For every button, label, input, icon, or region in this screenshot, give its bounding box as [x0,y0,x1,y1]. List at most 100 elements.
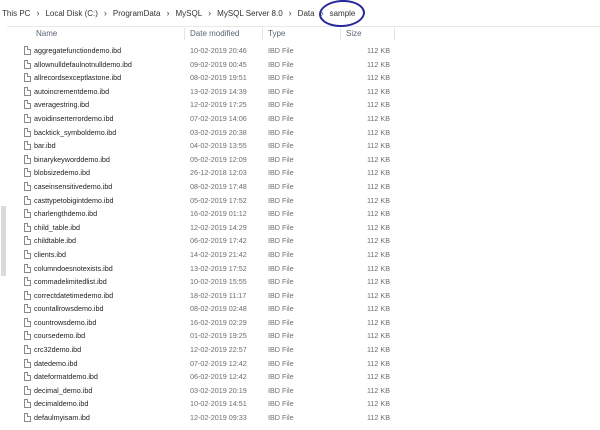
file-size: 112 KB [366,86,390,96]
file-type: IBD File [268,385,294,395]
file-type: IBD File [268,277,294,287]
file-row[interactable]: bar.ibd 04-02-2019 13:55 IBD File 112 KB [0,139,600,153]
column-header-date[interactable]: Date modified [190,29,239,38]
file-list: aggregatefunctiondemo.ibd 10-02-2019 20:4… [0,44,600,425]
file-row[interactable]: charlengthdemo.ibd 16-02-2019 01:12 IBD Fi… [0,207,600,221]
column-divider[interactable] [184,28,185,40]
column-divider[interactable] [262,28,263,40]
file-type: IBD File [268,73,294,83]
file-name: avoidinserterrordemo.ibd [34,113,114,123]
breadcrumb-item-current[interactable]: sample [317,0,366,28]
file-size: 112 KB [366,195,390,205]
column-divider[interactable] [394,28,395,40]
file-size: 112 KB [366,236,390,246]
file-date-modified: 03-02-2019 20:19 [190,385,247,395]
file-row[interactable]: columndoesnotexists.ibd 13-02-2019 17:52 I… [0,262,600,276]
file-row[interactable]: crc32demo.ibd 12-02-2019 22:57 IBD File 112… [0,343,600,357]
file-size: 112 KB [366,358,390,368]
file-type: IBD File [268,195,294,205]
breadcrumb: This PC › Local Disk (C:) › ProgramData … [0,0,600,28]
file-row[interactable]: child_table.ibd 12-02-2019 14:29 IBD File 1… [0,221,600,235]
breadcrumb-separator-icon: › [103,8,107,18]
file-type: IBD File [268,345,294,355]
file-name: aggregatefunctiondemo.ibd [34,46,122,55]
breadcrumb-item-mysql-server[interactable]: MySQL Server 8.0 [215,9,285,18]
column-header-type[interactable]: Type [268,29,285,38]
breadcrumb-item-data[interactable]: Data [296,9,317,18]
file-name: datedemo.ibd [34,358,78,368]
file-row[interactable]: defaulmyisam.ibd 12-02-2019 09:33 IBD File… [0,411,600,425]
file-name: dateformatdemo.ibd [34,372,98,382]
file-row[interactable]: datedemo.ibd 07-02-2019 12:42 IBD File 112 … [0,357,600,371]
file-row[interactable]: allrecordsexceptlastone.ibd 08-02-2019 19… [0,71,600,85]
file-row[interactable]: dateformatdemo.ibd 06-02-2019 12:42 IBD Fi… [0,370,600,384]
column-header-size[interactable]: Size [346,29,362,38]
breadcrumb-item-this-pc[interactable]: This PC [0,9,32,18]
file-row[interactable]: aggregatefunctiondemo.ibd 10-02-2019 20:4… [0,44,600,58]
breadcrumb-item-mysql[interactable]: MySQL [173,9,204,18]
file-row[interactable]: blobsizedemo.ibd 26-12-2018 12:03 IBD File… [0,166,600,180]
column-divider[interactable] [340,28,341,40]
file-name: allownulldefaulnotnulldemo.ibd [34,59,132,69]
file-row[interactable]: correctdatetimedemo.ibd 18-02-2019 11:17 I… [0,289,600,303]
file-row[interactable]: binarykeyworddemo.ibd 05-02-2019 12:09 IBD… [0,153,600,167]
file-icon [24,195,31,205]
file-icon [24,413,31,423]
file-icon [24,181,31,191]
file-size: 112 KB [366,73,390,83]
file-row[interactable]: decimal_demo.ibd 03-02-2019 20:19 IBD File… [0,384,600,398]
file-row[interactable]: decimaldemo.ibd 10-02-2019 14:51 IBD File 1… [0,397,600,411]
file-icon [24,317,31,327]
file-type: IBD File [268,154,294,164]
file-type: IBD File [268,249,294,259]
highlight-circle [317,0,366,28]
file-name: autoincrementdemo.ibd [34,86,110,96]
file-name: casttypetobigintdemo.ibd [34,195,114,205]
file-date-modified: 10-02-2019 14:51 [190,399,247,409]
file-type: IBD File [268,399,294,409]
breadcrumb-separator-icon: › [36,8,40,18]
file-date-modified: 08-02-2019 02:48 [190,304,247,314]
file-row[interactable]: autoincrementdemo.ibd 13-02-2019 14:39 IBD… [0,85,600,99]
file-icon [24,304,31,314]
file-row[interactable]: avoidinserterrordemo.ibd 07-02-2019 14:06… [0,112,600,126]
breadcrumb-item-local-disk[interactable]: Local Disk (C:) [43,9,99,18]
file-row[interactable]: clients.ibd 14-02-2019 21:42 IBD File 112 K… [0,248,600,262]
file-row[interactable]: countallrowsdemo.ibd 08-02-2019 02:48 IBD … [0,302,600,316]
file-name: clients.ibd [34,249,66,259]
file-icon [24,168,31,178]
file-row[interactable]: childtable.ibd 06-02-2019 17:42 IBD File 11… [0,234,600,248]
file-date-modified: 05-02-2019 17:52 [190,195,247,205]
file-row[interactable]: casttypetobigintdemo.ibd 05-02-2019 17:52… [0,194,600,208]
file-date-modified: 05-02-2019 12:09 [190,154,247,164]
file-row[interactable]: allownulldefaulnotnulldemo.ibd 09-02-2019… [0,58,600,72]
file-row[interactable]: backtick_symboldemo.ibd 03-02-2019 20:38 I… [0,126,600,140]
file-size: 112 KB [366,263,390,273]
file-row[interactable]: coursedemo.ibd 01-02-2019 19:25 IBD File 11… [0,329,600,343]
file-name: backtick_symboldemo.ibd [34,127,117,137]
column-header-name[interactable]: Name [36,29,57,38]
file-icon [24,141,31,151]
file-icon [24,86,31,96]
file-icon [24,46,31,55]
file-icon [24,249,31,259]
file-date-modified: 12-02-2019 22:57 [190,345,247,355]
file-row[interactable]: averagestring.ibd 12-02-2019 17:25 IBD Fil… [0,98,600,112]
file-row[interactable]: commadelimitedlist.ibd 10-02-2019 15:55 IB… [0,275,600,289]
file-size: 112 KB [366,127,390,137]
file-size: 112 KB [366,154,390,164]
file-row[interactable]: caseinsensitivedemo.ibd 08-02-2019 17:48 I… [0,180,600,194]
file-size: 112 KB [366,345,390,355]
file-size: 112 KB [366,290,390,300]
file-row[interactable]: countrowsdemo.ibd 16-02-2019 02:29 IBD Fil… [0,316,600,330]
file-size: 112 KB [366,222,390,232]
file-type: IBD File [268,263,294,273]
breadcrumb-item-programdata[interactable]: ProgramData [111,9,163,18]
file-name: crc32demo.ibd [34,345,82,355]
file-size: 112 KB [366,399,390,409]
file-type: IBD File [268,317,294,327]
file-icon [24,236,31,246]
file-type: IBD File [268,290,294,300]
file-date-modified: 12-02-2019 17:25 [190,100,247,110]
file-icon [24,73,31,83]
